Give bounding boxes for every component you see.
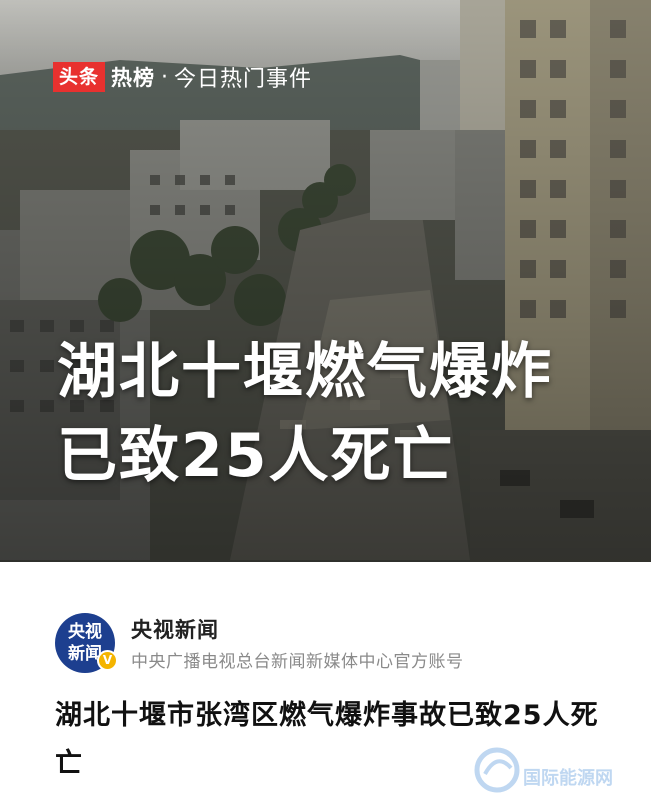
verified-badge-icon: V [97,650,118,671]
toutiao-hot-list-banner: 头条 热榜 · 今日热门事件 [53,60,312,94]
photo-headline: 湖北十堰燃气爆炸 已致25人死亡 [57,330,553,498]
watermark-logo-icon [474,747,520,793]
account-description: 中央广播电视总台新闻新媒体中心官方账号 [131,652,464,672]
news-photo[interactable]: 头条 热榜 · 今日热门事件 湖北十堰燃气爆炸 已致25人死亡 [0,0,651,562]
account-name[interactable]: 央视新闻 [131,614,219,644]
headline-line-1: 湖北十堰燃气爆炸 [57,337,553,407]
banner-subtitle: 今日热门事件 [174,67,313,92]
account-avatar[interactable]: 央视 新闻 V [55,613,118,673]
watermark-text: 国际能源网 [523,768,613,789]
toutiao-logo: 头条 [53,62,106,92]
hot-list-label: 热榜 [111,66,156,90]
banner-separator: · [161,64,169,90]
news-card[interactable]: 头条 热榜 · 今日热门事件 湖北十堰燃气爆炸 已致25人死亡 央视 新闻 V … [0,0,651,804]
avatar-text-line-1: 央视 [68,622,102,642]
site-watermark: 国际能源网 [471,744,641,796]
article-info: 央视 新闻 V 央视新闻 中央广播电视总台新闻新媒体中心官方账号 湖北十堰市张湾… [0,562,651,804]
headline-line-2: 已致25人死亡 [57,421,455,491]
